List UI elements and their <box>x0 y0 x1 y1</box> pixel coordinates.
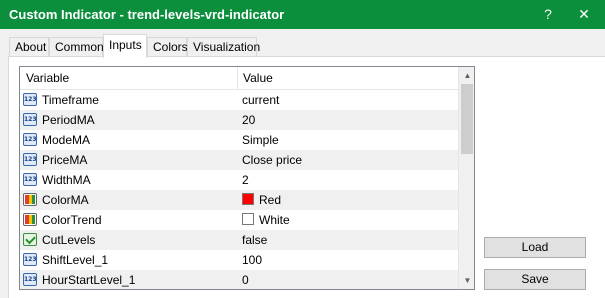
variable-value[interactable]: 100 <box>242 253 262 267</box>
number-input-icon: 123 <box>23 153 37 166</box>
tab-common[interactable]: Common <box>49 37 104 56</box>
variable-name: WidthMA <box>42 173 91 187</box>
tab-colors[interactable]: Colors <box>147 37 188 56</box>
variable-name: Timeframe <box>42 93 99 107</box>
variable-value[interactable]: current <box>242 93 279 107</box>
variable-value[interactable]: Close price <box>242 153 302 167</box>
tab-visualization[interactable]: Visualization <box>187 37 260 56</box>
number-input-icon: 123 <box>23 93 37 106</box>
title-bar: Custom Indicator - trend-levels-vrd-indi… <box>0 0 605 29</box>
number-input-icon: 123 <box>23 113 37 126</box>
column-divider[interactable] <box>237 67 238 89</box>
vertical-scrollbar[interactable]: ▲ ▼ <box>458 67 474 289</box>
table-row[interactable]: ColorMA Red <box>20 190 458 210</box>
tab-about[interactable]: About <box>9 37 49 56</box>
table-row[interactable]: 123 HourStartLevel_1 0 <box>20 270 458 289</box>
tab-inputs[interactable]: Inputs <box>103 34 147 58</box>
number-input-icon: 123 <box>23 173 37 186</box>
help-button[interactable]: ? <box>531 0 565 29</box>
grid-header: Variable Value <box>20 67 458 90</box>
number-input-icon: 123 <box>23 273 37 286</box>
load-button[interactable]: Load <box>484 237 586 258</box>
variable-value[interactable]: Red <box>259 193 281 207</box>
scroll-down-icon[interactable]: ▼ <box>459 272 474 289</box>
variable-name: ShiftLevel_1 <box>42 253 109 267</box>
color-input-icon <box>23 193 37 206</box>
color-swatch[interactable] <box>242 193 254 205</box>
tab-bar: About Common Inputs Colors Visualization <box>0 29 605 58</box>
variable-value[interactable]: 2 <box>242 173 249 187</box>
close-button[interactable]: ✕ <box>567 0 601 29</box>
variable-value[interactable]: false <box>242 233 267 247</box>
variable-name: CutLevels <box>42 233 96 247</box>
variable-name: PriceMA <box>42 153 88 167</box>
scroll-thumb[interactable] <box>461 84 473 154</box>
number-input-icon: 123 <box>23 253 37 266</box>
color-swatch[interactable] <box>242 213 254 225</box>
color-input-icon <box>23 213 37 226</box>
table-row[interactable]: 123 ShiftLevel_1 100 <box>20 250 458 270</box>
table-row[interactable]: 123 PriceMA Close price <box>20 150 458 170</box>
table-row[interactable]: 123 PeriodMA 20 <box>20 110 458 130</box>
grid-rows: 123 Timeframe current 123 PeriodMA 20 12… <box>20 90 458 289</box>
variable-name: ColorTrend <box>42 213 102 227</box>
bool-input-icon <box>23 233 37 246</box>
variable-value[interactable]: 0 <box>242 273 249 287</box>
variable-name: PeriodMA <box>42 113 95 127</box>
table-row[interactable]: 123 Timeframe current <box>20 90 458 110</box>
variable-name: ModeMA <box>42 133 91 147</box>
save-button[interactable]: Save <box>484 269 586 290</box>
table-row[interactable]: ColorTrend White <box>20 210 458 230</box>
variable-name: HourStartLevel_1 <box>42 273 136 287</box>
scroll-up-icon[interactable]: ▲ <box>459 67 474 84</box>
variable-value[interactable]: 20 <box>242 113 255 127</box>
number-input-icon: 123 <box>23 133 37 146</box>
inputs-grid: Variable Value 123 Timeframe current 123… <box>19 66 475 290</box>
column-header-value[interactable]: Value <box>243 71 273 85</box>
column-header-variable[interactable]: Variable <box>26 71 69 85</box>
table-row[interactable]: CutLevels false <box>20 230 458 250</box>
window-title: Custom Indicator - trend-levels-vrd-indi… <box>9 7 285 22</box>
variable-value[interactable]: Simple <box>242 133 279 147</box>
variable-name: ColorMA <box>42 193 89 207</box>
table-row[interactable]: 123 ModeMA Simple <box>20 130 458 150</box>
variable-value[interactable]: White <box>259 213 290 227</box>
table-row[interactable]: 123 WidthMA 2 <box>20 170 458 190</box>
